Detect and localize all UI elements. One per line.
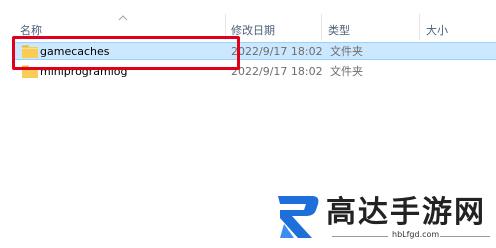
column-divider[interactable] bbox=[419, 14, 420, 40]
column-divider[interactable] bbox=[321, 14, 322, 40]
file-type: 文件夹 bbox=[330, 45, 363, 58]
divider bbox=[440, 236, 490, 237]
highlight-box bbox=[12, 36, 240, 70]
watermark: 高达手游网 hbLfgd.com bbox=[268, 186, 496, 248]
sort-ascending-icon bbox=[118, 15, 128, 21]
file-type: 文件夹 bbox=[330, 65, 363, 78]
file-modified-date: 2022/9/17 18:02 bbox=[231, 65, 323, 78]
logo-icon bbox=[278, 196, 319, 238]
column-header: 名称 修改日期 类型 大小 bbox=[0, 0, 496, 40]
watermark-text: 高达手游网 bbox=[326, 195, 486, 230]
column-header-type[interactable]: 类型 bbox=[328, 24, 350, 38]
file-modified-date: 2022/9/17 18:02 bbox=[231, 45, 323, 58]
column-header-size[interactable]: 大小 bbox=[426, 24, 448, 38]
divider bbox=[332, 236, 388, 237]
watermark-url: hbLfgd.com bbox=[392, 230, 440, 239]
